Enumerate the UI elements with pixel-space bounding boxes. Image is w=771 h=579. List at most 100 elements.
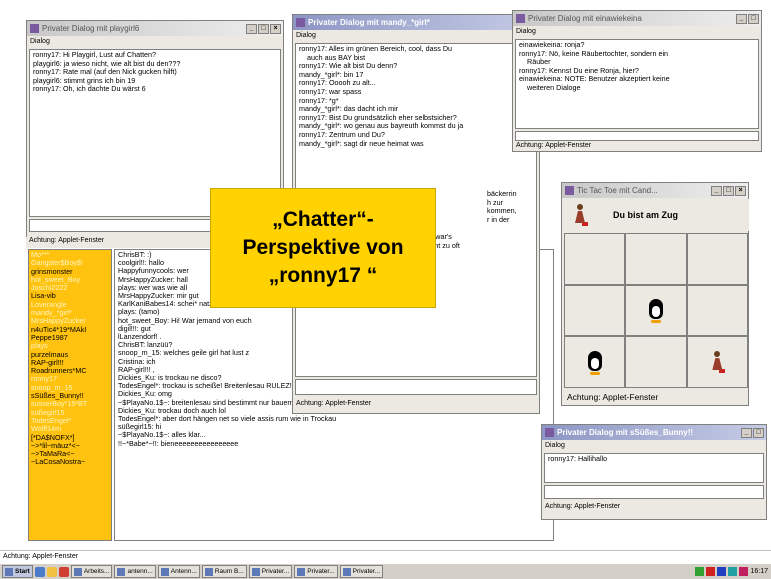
taskbar-item[interactable]: Arbeits... <box>70 565 113 578</box>
quicklaunch-icon[interactable] <box>58 566 69 577</box>
applet-status: Achtung: Applet-Fenster <box>542 503 766 515</box>
chat-log: einawiekeina: ronja? ronny17: Nö, keine … <box>515 39 759 129</box>
app-icon <box>342 567 351 576</box>
tray-icon[interactable] <box>739 567 749 576</box>
player-figure-icon <box>710 351 726 374</box>
dialog-window-einawiekeina[interactable]: Privater Dialog mit einawiekeina _ □ Dial… <box>512 10 762 152</box>
tictactoe-window[interactable]: Tic Tac Toe mit Cand... _ □ × Du bist am Z… <box>561 182 749 406</box>
tray-icon[interactable] <box>717 567 727 576</box>
board-cell[interactable] <box>626 285 686 336</box>
player-figure-icon <box>573 204 588 226</box>
caption-line: „ronny17 “ <box>268 264 378 287</box>
board-cell[interactable] <box>565 337 625 387</box>
taskbar-item[interactable]: Antenn... <box>157 565 200 578</box>
menu-dialog[interactable]: Dialog <box>293 30 539 42</box>
start-button[interactable]: Start <box>2 565 33 578</box>
board-cell[interactable] <box>565 285 625 336</box>
browser-icon <box>160 567 169 576</box>
window-title: Tic Tac Toe mit Cand... <box>577 186 658 195</box>
board-cell[interactable] <box>626 234 686 284</box>
chat-line: ronny17: Oh, ich dachte Du wärst 6 <box>33 84 146 94</box>
penguin-icon <box>586 351 604 376</box>
board-cell[interactable] <box>687 234 747 284</box>
message-input[interactable] <box>515 131 759 141</box>
app-icon <box>516 14 525 23</box>
folder-icon <box>73 567 82 576</box>
window-titlebar[interactable]: Privater Dialog mit mandy_*girl* <box>293 15 539 30</box>
message-input[interactable] <box>544 485 764 499</box>
start-label: Start <box>15 568 30 575</box>
system-tray: 16:17 <box>695 567 771 576</box>
caption-line: Perspektive von <box>242 236 404 259</box>
taskbar-item[interactable]: Privater... <box>294 565 338 578</box>
applet-status: Achtung: Applet-Fenster <box>564 390 746 404</box>
menu-dialog[interactable]: Dialog <box>27 36 283 48</box>
chat-line: weiteren Dialoge <box>519 82 581 92</box>
window-titlebar[interactable]: Privater Dialog mit sSüßes_Bunny!! _ □ <box>542 425 766 440</box>
tray-icon[interactable] <box>728 567 738 576</box>
applet-status: Achtung: Applet-Fenster <box>513 142 761 151</box>
game-board[interactable] <box>564 233 748 388</box>
app-icon <box>204 567 213 576</box>
tray-icon[interactable] <box>695 567 705 576</box>
dialog-window-bunny[interactable]: Privater Dialog mit sSüßes_Bunny!! _ □ Di… <box>541 424 767 520</box>
quicklaunch-icon[interactable] <box>46 566 57 577</box>
minimize-icon[interactable]: _ <box>741 427 752 438</box>
board-cell[interactable] <box>565 234 625 284</box>
taskbar-item-label: Privater... <box>352 568 381 575</box>
app-icon <box>251 567 260 576</box>
caption-overlay: „Chatter“- Perspektive von „ronny17 “ <box>210 188 436 308</box>
caption-line: „Chatter“- <box>272 208 374 231</box>
minimize-icon[interactable]: _ <box>736 13 747 24</box>
clock: 16:17 <box>750 568 768 575</box>
menu-dialog[interactable]: Dialog <box>542 440 766 452</box>
list-item[interactable]: ~LaCosaNostra~ <box>31 458 109 467</box>
tray-icon[interactable] <box>706 567 716 576</box>
app-icon <box>545 428 554 437</box>
taskbar-item[interactable]: Raum B... <box>201 565 247 578</box>
taskbar-item[interactable]: antenn... <box>114 565 156 578</box>
taskbar-item-label: Raum B... <box>214 568 244 575</box>
windows-logo-icon <box>5 567 13 576</box>
user-list[interactable]: Mo*** Gangster$Boy$! grinsmonster hot_sw… <box>28 249 112 541</box>
app-icon <box>297 567 306 576</box>
turn-header: Du bist am Zug <box>563 199 749 231</box>
maximize-icon[interactable]: □ <box>723 185 734 196</box>
close-icon[interactable]: × <box>270 23 281 34</box>
message-input[interactable] <box>295 379 537 395</box>
window-title: Privater Dialog mit einawiekeina <box>528 14 642 23</box>
close-icon[interactable]: × <box>735 185 746 196</box>
taskbar-item[interactable]: Privater... <box>339 565 384 578</box>
chat-log: ronny17: Hallihallo <box>544 453 764 483</box>
maximize-icon[interactable]: □ <box>258 23 269 34</box>
taskbar-item[interactable]: Privater... <box>248 565 293 578</box>
window-title: Privater Dialog mit sSüßes_Bunny!! <box>557 428 694 437</box>
menu-dialog[interactable]: Dialog <box>513 26 761 38</box>
browser-icon <box>117 567 126 576</box>
window-titlebar[interactable]: Privater Dialog mit einawiekeina _ □ <box>513 11 761 26</box>
board-cell[interactable] <box>687 285 747 336</box>
taskbar-item-label: Antenn... <box>170 568 197 575</box>
penguin-icon <box>647 299 665 324</box>
maximize-icon[interactable]: □ <box>748 13 759 24</box>
taskbar-item-label: Privater... <box>261 568 290 575</box>
minimize-icon[interactable]: _ <box>711 185 722 196</box>
taskbar-item-label: Arbeits... <box>83 568 110 575</box>
app-icon <box>30 24 39 33</box>
maximize-icon[interactable]: □ <box>753 427 764 438</box>
board-cell[interactable] <box>626 337 686 387</box>
board-cell[interactable] <box>687 337 747 387</box>
applet-status: Achtung: Applet-Fenster <box>0 550 771 562</box>
window-titlebar[interactable]: Privater Dialog mit playgirl6 _ □ × <box>27 21 283 36</box>
chat-line: !!~*Babe*~!!: bieneeeeeeeeeeeeeeee <box>118 438 239 448</box>
taskbar-item-label: Privater... <box>307 568 335 575</box>
chat-line: ronny17: Hallihallo <box>548 454 608 463</box>
turn-label: Du bist am Zug <box>613 210 678 220</box>
app-icon <box>296 18 305 27</box>
chat-line: ronny17: Nö, keine Räubertochter, sonder… <box>519 48 669 58</box>
chat-line: TodesEngel*: aber dort hängen net so vie… <box>118 414 337 424</box>
quicklaunch-icon[interactable] <box>34 566 45 577</box>
minimize-icon[interactable]: _ <box>246 23 257 34</box>
applet-status: Achtung: Applet-Fenster <box>293 400 539 412</box>
window-titlebar[interactable]: Tic Tac Toe mit Cand... _ □ × <box>562 183 748 198</box>
